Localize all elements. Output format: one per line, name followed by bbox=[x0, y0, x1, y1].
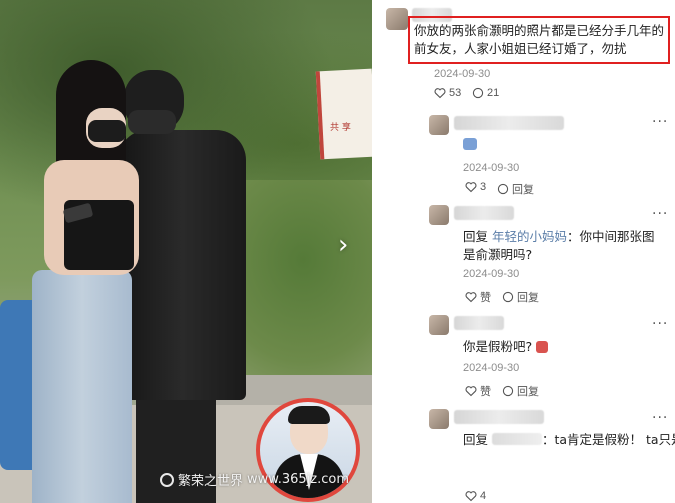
like-button[interactable]: 53 bbox=[434, 87, 461, 99]
speech-bubble-icon bbox=[502, 385, 514, 397]
comment-date: 2024-09-30 bbox=[463, 362, 520, 374]
more-options-icon[interactable]: ··· bbox=[652, 206, 668, 222]
reply-prefix: 回复 bbox=[463, 432, 489, 447]
username-blurred bbox=[454, 410, 544, 424]
like-label: 赞 bbox=[480, 292, 491, 304]
reply-prefix: 回复 bbox=[463, 229, 489, 244]
reply-count-button[interactable]: 21 bbox=[472, 87, 499, 99]
reply-button[interactable]: 回复 bbox=[502, 383, 539, 399]
comment-text: 你放的两张俞灏明的照片都是已经分手几年的前女友，人家小姐姐已经订婚了，勿扰 bbox=[414, 23, 665, 56]
username-blurred bbox=[454, 206, 514, 220]
like-button[interactable]: 赞 bbox=[465, 383, 491, 399]
username-blurred bbox=[454, 116, 564, 130]
speech-bubble-icon bbox=[497, 183, 509, 195]
watermark-text: 繁荣之世界 bbox=[178, 474, 244, 489]
more-options-icon[interactable]: ··· bbox=[652, 114, 668, 130]
avatar[interactable] bbox=[386, 8, 408, 30]
comment-text: 你是假粉吧? bbox=[463, 338, 663, 356]
like-button[interactable]: 赞 bbox=[465, 289, 491, 305]
comment-date: 2024-09-30 bbox=[463, 162, 520, 174]
comment-list: 你放的两张俞灏明的照片都是已经分手几年的前女友，人家小姐姐已经订婚了，勿扰 20… bbox=[372, 0, 675, 503]
speech-bubble-icon bbox=[502, 291, 514, 303]
avatar[interactable] bbox=[429, 409, 449, 429]
street-sign bbox=[315, 68, 372, 160]
like-label: 赞 bbox=[480, 386, 491, 398]
more-options-icon[interactable]: ··· bbox=[652, 410, 668, 426]
avatar[interactable] bbox=[429, 315, 449, 335]
woman-figure bbox=[24, 60, 144, 503]
comment-body: ：ta肯定是假粉！ ta只是为 bbox=[542, 432, 675, 447]
reply-button[interactable]: 回复 bbox=[497, 181, 534, 197]
reply-to-user[interactable]: 年轻的小妈妈 bbox=[492, 229, 567, 244]
like-count: 3 bbox=[480, 181, 487, 193]
reply-count: 21 bbox=[487, 87, 500, 99]
heart-icon bbox=[465, 182, 477, 193]
heart-icon bbox=[465, 386, 477, 397]
watermark: 繁荣之世界 www.365jz.com bbox=[160, 470, 349, 489]
more-options-icon[interactable]: ··· bbox=[652, 316, 668, 332]
like-count: 53 bbox=[449, 87, 462, 99]
comment-text: 回复 ：ta肯定是假粉！ ta只是为 bbox=[463, 431, 675, 449]
reply-label: 回复 bbox=[517, 292, 539, 304]
like-count: 4 bbox=[480, 490, 487, 502]
reply-label: 回复 bbox=[517, 386, 539, 398]
comment-date: 2024-09-30 bbox=[463, 268, 520, 280]
avatar[interactable] bbox=[429, 115, 449, 135]
avatar[interactable] bbox=[429, 205, 449, 225]
comment-date: 2024-09-30 bbox=[434, 68, 491, 80]
next-arrow-icon[interactable]: › bbox=[338, 230, 348, 260]
username-blurred bbox=[454, 316, 504, 330]
heart-icon bbox=[434, 88, 446, 99]
reply-label: 回复 bbox=[512, 184, 534, 196]
street-photo[interactable]: 共 享 › 繁荣之世界 www.365jz.com bbox=[0, 0, 372, 503]
watermark-logo-icon bbox=[160, 472, 174, 487]
reply-to-user-blurred bbox=[492, 433, 542, 445]
reply-button[interactable]: 回复 bbox=[502, 289, 539, 305]
street-sign-text: 共 享 bbox=[330, 123, 351, 133]
watermark-url: www.365jz.com bbox=[247, 472, 349, 487]
heart-icon bbox=[465, 491, 477, 502]
comment-body: 你是假粉吧? bbox=[463, 339, 533, 354]
like-button[interactable]: 3 bbox=[465, 181, 486, 193]
comment-text: 回复 年轻的小妈妈：你中间那张图是俞灏明吗? bbox=[463, 228, 663, 264]
emoji-sticker-icon bbox=[463, 138, 477, 150]
heart-icon bbox=[465, 292, 477, 303]
speech-bubble-icon bbox=[472, 87, 484, 99]
like-button[interactable]: 4 bbox=[465, 490, 486, 502]
emoji-icon bbox=[536, 341, 549, 353]
